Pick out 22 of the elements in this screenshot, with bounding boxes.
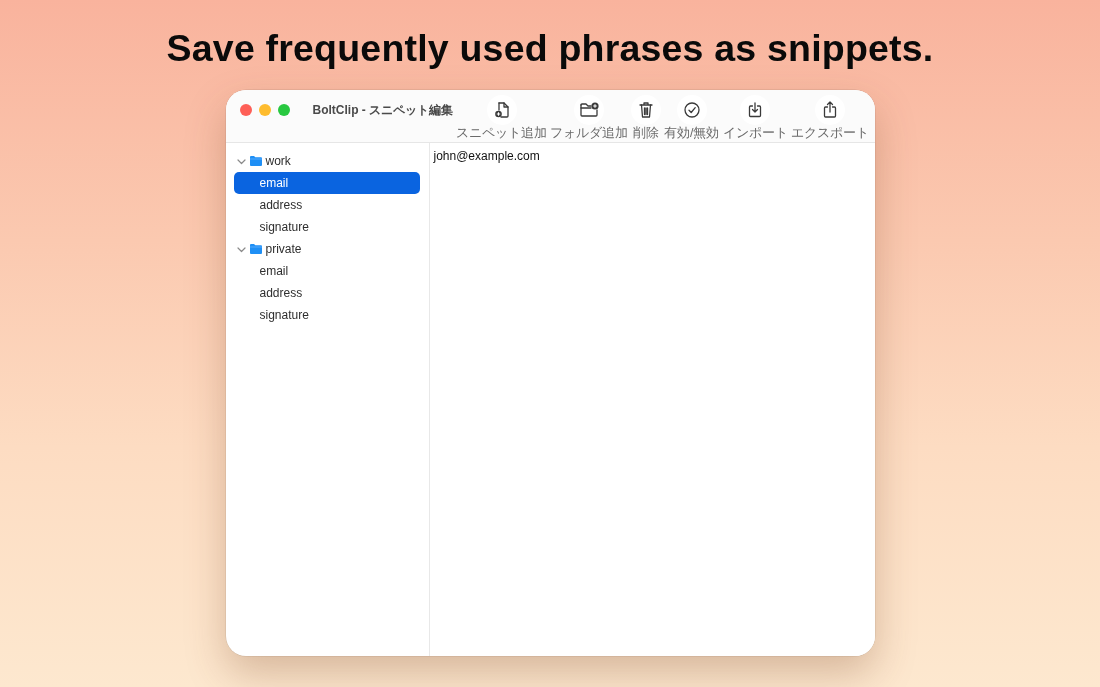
snippet-item[interactable]: address [233,194,420,216]
snippet-item[interactable]: address [233,282,420,304]
toolbar-button[interactable]: エクスポート [789,95,870,140]
folder-row[interactable]: work [233,150,420,172]
snippet-item[interactable]: email [233,172,420,194]
snippet-item[interactable]: email [233,260,420,282]
toolbar-button[interactable]: スニペット追加 [455,95,548,140]
folder-icon [249,244,262,254]
folder-row[interactable]: private [233,238,420,260]
close-button[interactable] [239,104,252,116]
snippet-item[interactable]: signature [233,304,420,326]
toolbar-button[interactable]: 削除 [630,95,662,140]
window-title: BoltClip - スニペット編集 [312,102,454,118]
zoom-button[interactable] [277,104,290,116]
headline: Save frequently used phrases as snippets. [166,27,934,69]
snippet-item[interactable]: signature [233,216,420,238]
toolbar-button[interactable]: 有効/無効 [663,95,721,140]
toolbar-button[interactable]: フォルダ追加 [549,95,629,140]
toolbar-button[interactable]: インポート [721,95,789,140]
minimize-button[interactable] [258,104,271,116]
folder-icon [249,156,262,166]
text-editor[interactable]: john@example.com [429,143,875,656]
